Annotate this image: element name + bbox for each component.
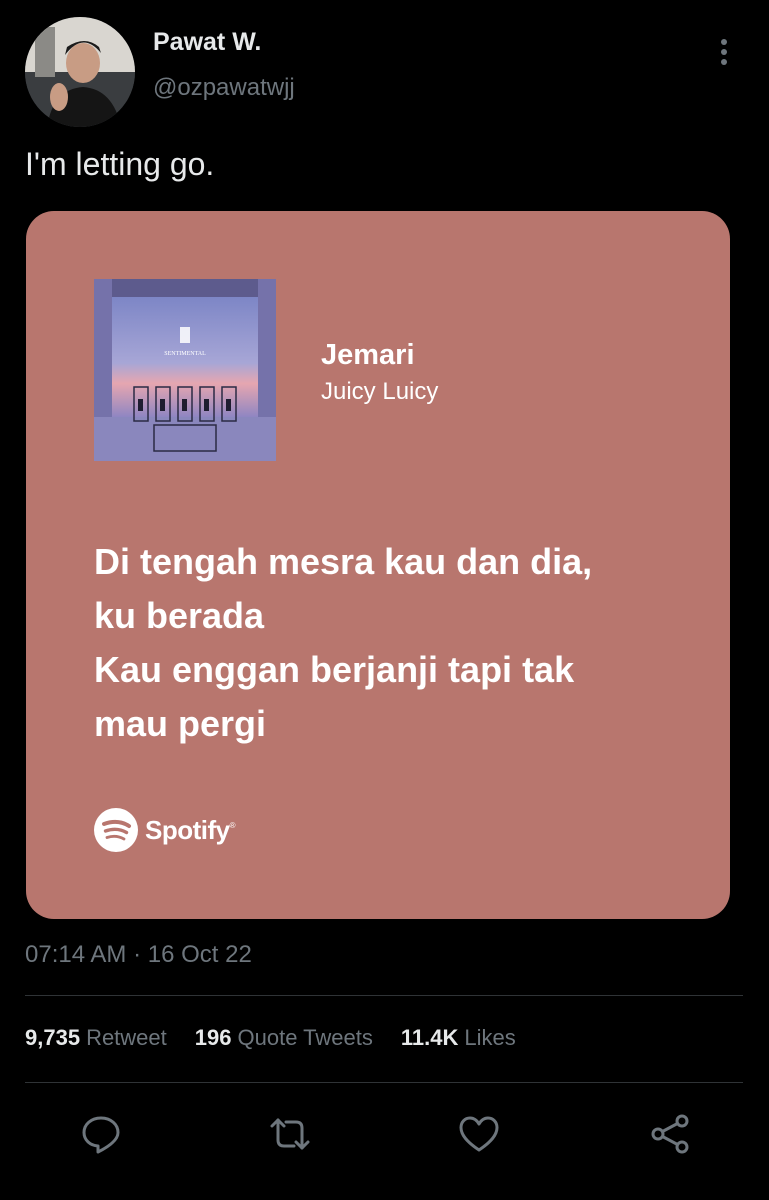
like-icon (459, 1116, 499, 1152)
lyric-line: ku berada (94, 595, 265, 636)
more-dot (721, 49, 727, 55)
spotify-logo: Spotify® (94, 808, 236, 852)
spotify-icon (94, 808, 138, 852)
likes-label: Likes (464, 1025, 516, 1050)
lyric-line: Di tengah mesra kau dan dia, (94, 541, 593, 582)
reply-icon (82, 1116, 120, 1154)
lyric-line: mau pergi (94, 703, 267, 744)
tweet-text: I'm letting go. (25, 146, 215, 182)
like-button[interactable] (457, 1112, 501, 1156)
more-dot (721, 59, 727, 65)
more-dot (721, 39, 727, 45)
author-display-name[interactable]: Pawat W. (153, 28, 261, 57)
retweet-stat[interactable]: 9,735 Retweet (25, 1025, 167, 1051)
likes-stat[interactable]: 11.4K Likes (401, 1025, 516, 1051)
share-icon (651, 1114, 689, 1154)
tweet-timestamp[interactable]: 07:14 AM · 16 Oct 22 (25, 941, 252, 969)
album-cover: SENTIMENTAL (94, 279, 276, 461)
tweet-stats: 9,735 Retweet 196 Quote Tweets 11.4K Likes (25, 1025, 544, 1051)
retweet-count: 9,735 (25, 1025, 81, 1050)
song-artist: Juicy Luicy (321, 378, 439, 405)
avatar[interactable] (25, 17, 135, 127)
album-text: SENTIMENTAL (164, 351, 206, 357)
likes-count: 11.4K (400, 1025, 459, 1050)
spotify-wordmark: Spotify® (145, 814, 236, 845)
spotify-lyrics-card[interactable]: SENTIMENTAL Jemari Juicy Luicy Di tengah… (26, 211, 730, 919)
retweet-icon (270, 1118, 310, 1150)
divider (25, 1082, 743, 1083)
reply-button[interactable] (79, 1112, 123, 1156)
avatar-photo (25, 17, 135, 127)
quote-label: Quote Tweets (237, 1025, 373, 1050)
tweet-header: Pawat W. @ozpawatwjj (0, 0, 769, 140)
retweet-label: Retweet (86, 1025, 167, 1050)
lyric-line: Kau enggan berjanji tapi tak (94, 649, 575, 690)
song-title: Jemari (321, 339, 415, 371)
divider (25, 995, 743, 996)
more-options-button[interactable] (708, 36, 740, 72)
quote-tweet-stat[interactable]: 196 Quote Tweets (195, 1025, 373, 1051)
author-handle[interactable]: @ozpawatwjj (153, 74, 295, 102)
lyrics-block: Di tengah mesra kau dan dia, ku berada K… (94, 535, 694, 751)
share-button[interactable] (648, 1112, 692, 1156)
retweet-button[interactable] (268, 1112, 312, 1156)
quote-count: 196 (194, 1025, 232, 1050)
